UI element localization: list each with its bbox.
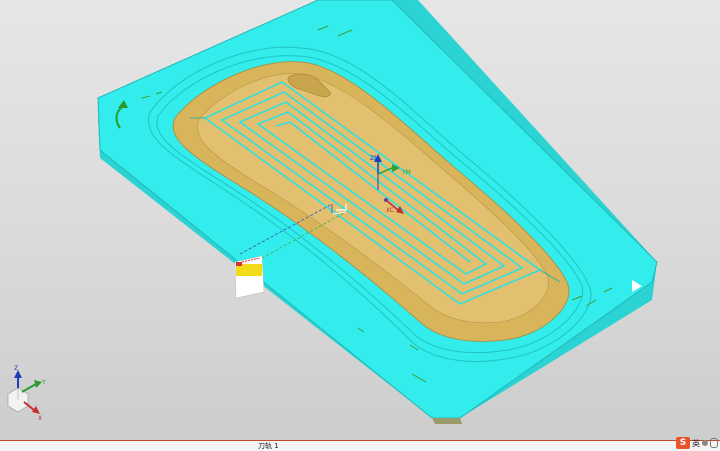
status-bar: 刀轨 1: [0, 440, 720, 451]
ime-punct-icon[interactable]: [702, 440, 708, 446]
ime-language-toggle[interactable]: 英: [692, 438, 700, 449]
stock-edge: [432, 418, 462, 424]
sogou-ime-icon[interactable]: S: [676, 437, 690, 449]
wcs-y-label: YM: [401, 169, 411, 176]
tool-card[interactable]: [234, 255, 265, 299]
wcs-z-label: ZM: [370, 155, 379, 162]
ime-toolbar[interactable]: S 英: [676, 436, 718, 450]
graphics-viewport[interactable]: ZM YM XC Z Y X: [0, 0, 720, 440]
view-triad-icon[interactable]: Z Y X: [7, 365, 46, 422]
cam-scene[interactable]: ZM YM XC Z Y X: [0, 0, 720, 440]
wcs-x-label: XC: [386, 207, 394, 214]
triad-x-label: X: [38, 415, 42, 422]
triad-z-label: Z: [14, 365, 18, 372]
ime-mic-icon[interactable]: [710, 438, 718, 448]
triad-y-label: Y: [41, 379, 46, 386]
